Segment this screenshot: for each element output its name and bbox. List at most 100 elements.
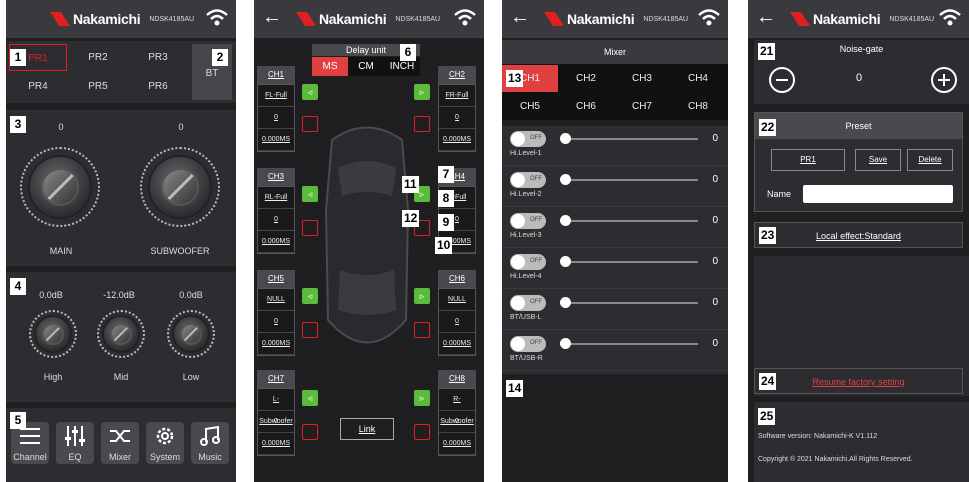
ch1-delay-value[interactable]: 0 <box>258 107 294 129</box>
btl-toggle[interactable]: OFF <box>510 295 546 311</box>
shuffle-icon <box>110 430 130 442</box>
ch1-filter[interactable]: FL-Full <box>258 85 294 107</box>
ch6-phase-icon[interactable] <box>414 322 430 338</box>
hi3-toggle[interactable]: OFF <box>510 213 546 229</box>
subwoofer-volume-knob[interactable] <box>148 155 212 219</box>
hi1-slider-thumb[interactable] <box>560 133 571 144</box>
nav-channel-label: Channel <box>13 452 47 462</box>
unit-ms-button[interactable]: MS <box>312 57 348 76</box>
ch7-phase-icon[interactable] <box>302 424 318 440</box>
btr-toggle[interactable]: OFF <box>510 336 546 352</box>
hi3-slider[interactable] <box>564 220 698 222</box>
hi2-slider-thumb[interactable] <box>560 174 571 185</box>
hi2-slider[interactable] <box>564 179 698 181</box>
nav-music[interactable]: Music <box>191 422 229 464</box>
ch3-phase-icon[interactable] <box>302 220 318 236</box>
ch3-header[interactable]: CH3 <box>257 168 295 186</box>
preset-pr2[interactable]: PR2 <box>69 44 127 71</box>
preset-pr6[interactable]: PR6 <box>129 73 187 100</box>
local-effect-link[interactable]: Local effect:Standard <box>755 223 962 249</box>
ch6-delay-ms[interactable]: 0.000MS <box>439 333 475 355</box>
ch8-speaker-icon[interactable]: ▹ <box>414 390 430 406</box>
ch2-phase-icon[interactable] <box>414 116 430 132</box>
ch3-speaker-icon[interactable]: ◃ <box>302 186 318 202</box>
resume-factory-button[interactable]: Resume factory setting <box>755 369 962 395</box>
ch6-speaker-icon[interactable]: ▹ <box>414 288 430 304</box>
nav-eq[interactable]: EQ <box>56 422 94 464</box>
ch1-phase-icon[interactable] <box>302 116 318 132</box>
btl-value: 0 <box>712 297 718 308</box>
hi1-slider[interactable] <box>564 138 698 140</box>
preset-pr3[interactable]: PR3 <box>129 44 187 71</box>
ch1-speaker-icon[interactable]: ◃ <box>302 84 318 100</box>
hi3-slider-thumb[interactable] <box>560 215 571 226</box>
ch6-delay-value[interactable]: 0 <box>439 311 475 333</box>
btr-slider-thumb[interactable] <box>560 338 571 349</box>
main-volume-knob[interactable] <box>28 155 92 219</box>
ch6-filter[interactable]: NULL <box>439 289 475 311</box>
callout-7: 7 <box>438 166 454 183</box>
ch8-phase-icon[interactable] <box>414 424 430 440</box>
ch5-delay-value[interactable]: 0 <box>258 311 294 333</box>
ch3-delay-value[interactable]: 0 <box>258 209 294 231</box>
preset-name-button[interactable]: PR1 <box>771 149 845 171</box>
ch5-speaker-icon[interactable]: ◃ <box>302 288 318 304</box>
back-arrow-icon[interactable]: ← <box>262 6 282 29</box>
unit-cm-button[interactable]: CM <box>348 57 384 76</box>
high-knob[interactable] <box>34 315 72 353</box>
ch2-speaker-icon[interactable]: ▹ <box>414 84 430 100</box>
btr-slider[interactable] <box>564 343 698 345</box>
mixer-ch7[interactable]: CH7 <box>614 93 670 120</box>
ch5-filter[interactable]: NULL <box>258 289 294 311</box>
hi2-toggle[interactable]: OFF <box>510 172 546 188</box>
link-button[interactable]: Link <box>340 418 394 440</box>
mixer-ch3[interactable]: CH3 <box>614 65 670 92</box>
plus-icon[interactable] <box>930 66 958 94</box>
hi4-slider-thumb[interactable] <box>560 256 571 267</box>
ch1-delay-ms[interactable]: 0.000MS <box>258 129 294 151</box>
name-input[interactable] <box>803 185 953 203</box>
mixer-ch2[interactable]: CH2 <box>558 65 614 92</box>
callout-6: 6 <box>400 44 416 61</box>
ch1-header[interactable]: CH1 <box>257 66 295 84</box>
hi4-slider[interactable] <box>564 261 698 263</box>
mixer-ch8[interactable]: CH8 <box>670 93 726 120</box>
nav-mixer[interactable]: Mixer <box>101 422 139 464</box>
mixer-ch5[interactable]: CH5 <box>502 93 558 120</box>
preset-pr5[interactable]: PR5 <box>69 73 127 100</box>
mixer-ch6[interactable]: CH6 <box>558 93 614 120</box>
ch7-speaker-icon[interactable]: ◃ <box>302 390 318 406</box>
ch7-delay-ms[interactable]: 0.000MS <box>258 433 294 455</box>
nav-system[interactable]: System <box>146 422 184 464</box>
preset-pr4[interactable]: PR4 <box>9 73 67 100</box>
ch5-delay-ms[interactable]: 0.000MS <box>258 333 294 355</box>
ch5-header[interactable]: CH5 <box>257 270 295 288</box>
ch6-header[interactable]: CH6 <box>438 270 476 288</box>
back-arrow-icon[interactable]: ← <box>510 6 530 29</box>
ch7-filter[interactable]: L-Subwoofer <box>258 389 294 425</box>
ch8-filter[interactable]: R-Subwoofer <box>439 389 475 425</box>
back-arrow-icon[interactable]: ← <box>756 6 776 29</box>
ch7-header[interactable]: CH7 <box>257 370 295 388</box>
ch8-delay-ms[interactable]: 0.000MS <box>439 433 475 455</box>
btl-slider-thumb[interactable] <box>560 297 571 308</box>
ch8-header[interactable]: CH8 <box>438 370 476 388</box>
hi1-toggle[interactable]: OFF <box>510 131 546 147</box>
ch2-header[interactable]: CH2 <box>438 66 476 84</box>
ch2-filter[interactable]: FR-Full <box>439 85 475 107</box>
btl-slider[interactable] <box>564 302 698 304</box>
mixer-ch4[interactable]: CH4 <box>670 65 726 92</box>
delete-button[interactable]: Delete <box>907 149 953 171</box>
ch2-delay-ms[interactable]: 0.000MS <box>439 129 475 151</box>
ch2-delay-value[interactable]: 0 <box>439 107 475 129</box>
btr-label: BT/USB-R <box>510 355 543 362</box>
ch3-filter[interactable]: RL-Full <box>258 187 294 209</box>
minus-icon[interactable] <box>768 66 796 94</box>
mid-knob[interactable] <box>102 315 140 353</box>
save-button[interactable]: Save <box>855 149 901 171</box>
ch3-delay-ms[interactable]: 0.000MS <box>258 231 294 253</box>
ch5-phase-icon[interactable] <box>302 322 318 338</box>
model-number: NDSK4185AU <box>149 15 195 23</box>
hi4-toggle[interactable]: OFF <box>510 254 546 270</box>
low-knob[interactable] <box>172 315 210 353</box>
